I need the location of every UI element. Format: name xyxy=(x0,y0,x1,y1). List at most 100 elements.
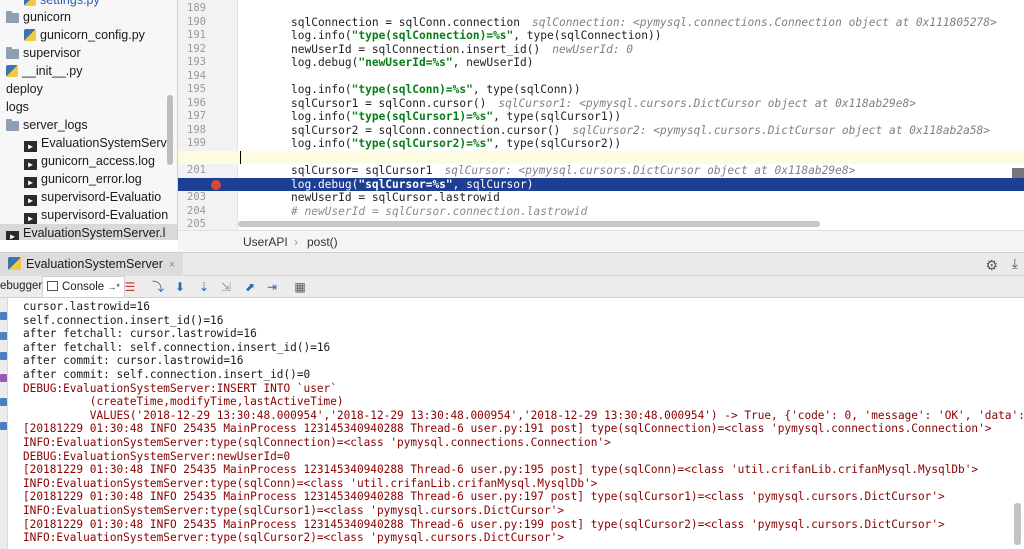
run-tab-label: EvaluationSystemServer xyxy=(26,257,163,271)
tree-item-label: __init__.py xyxy=(22,64,83,78)
tree-item[interactable]: ▶ gunicorn_access.log xyxy=(0,152,155,170)
python-file-icon xyxy=(24,0,36,6)
breadcrumb-separator: › xyxy=(294,235,298,249)
tree-item[interactable]: gunicorn_config.py xyxy=(0,26,145,44)
code-token: newUserId = sqlCursor.lastrowid xyxy=(291,191,500,204)
pause-icon[interactable] xyxy=(0,352,7,360)
code-line[interactable]: sqlCursor2 = sqlConn.connection.cursor()… xyxy=(178,124,1024,138)
code-token: sqlConnection = sqlConn.connection xyxy=(291,15,521,29)
code-line[interactable]: # newUserId = sqlCursor.connection.lastr… xyxy=(178,205,1024,219)
code-editor[interactable]: 1891901911921931941951961971981992002012… xyxy=(178,0,1024,230)
tree-item[interactable]: ▶ supervisord-Evaluation xyxy=(0,206,168,224)
code-line[interactable] xyxy=(178,2,1024,16)
tree-item-label: logs xyxy=(6,100,29,114)
code-token: , type(sqlConn)) xyxy=(472,83,581,96)
breadcrumb-class[interactable]: UserAPI xyxy=(243,231,288,253)
log-file-icon: ▶ xyxy=(24,159,37,170)
code-token: , type(sqlCursor2)) xyxy=(493,137,622,150)
stop-icon[interactable] xyxy=(0,374,7,382)
code-token: sqlCursor1 = sqlConn.cursor() xyxy=(291,96,487,110)
code-line[interactable]: newUserId = sqlCursor.lastrowid xyxy=(178,191,1024,205)
tree-item[interactable]: server_logs xyxy=(0,116,88,134)
code-token: log.info( xyxy=(291,29,352,42)
tree-item-label: gunicorn_access.log xyxy=(41,154,155,168)
breakpoint-line[interactable]: log.debug("sqlCursor=%s", sqlCursor) xyxy=(178,177,1024,192)
gear-icon[interactable]: ⚙ xyxy=(985,257,998,274)
step-over-icon[interactable]: ⤵ xyxy=(150,279,166,295)
mute-breakpoints-icon[interactable] xyxy=(0,422,7,430)
python-icon xyxy=(8,257,21,270)
console-scrollbar[interactable] xyxy=(1014,503,1021,545)
tree-item[interactable]: supervisor xyxy=(0,44,81,62)
force-step-into-icon[interactable]: ⇲ xyxy=(218,279,234,295)
code-token: , sqlCursor) xyxy=(452,177,534,191)
console-tab-label: Console xyxy=(62,281,105,293)
tree-item[interactable]: gunicorn xyxy=(0,8,71,26)
hide-panel-icon[interactable]: ⤓ xyxy=(1012,255,1018,272)
tree-item[interactable]: ▶ EvaluationSystemServer.l xyxy=(0,224,177,240)
close-icon[interactable]: × xyxy=(169,259,175,271)
code-line[interactable] xyxy=(178,70,1024,84)
console-line: cursor.lastrowid=16 xyxy=(23,300,150,313)
code-text: # newUserId = sqlCursor.connection.lastr… xyxy=(291,205,587,219)
code-text: sqlCursor2 = sqlConn.connection.cursor()… xyxy=(291,124,990,138)
step-into-my-code-icon[interactable]: ⇣ xyxy=(196,279,212,295)
tree-item[interactable]: ▶ gunicorn_error.log xyxy=(0,170,142,188)
code-line[interactable] xyxy=(178,218,1024,230)
code-line[interactable]: log.info("type(sqlConn)=%s", type(sqlCon… xyxy=(178,83,1024,97)
tree-item-label: EvaluationSystemServer.l xyxy=(23,226,166,240)
tree-item-label: gunicorn xyxy=(23,10,71,24)
evaluate-expression-icon[interactable]: ▦ xyxy=(292,279,308,295)
folder-icon xyxy=(6,119,19,131)
code-text: log.info("type(sqlConnection)=%s", type(… xyxy=(291,29,661,43)
run-tab[interactable]: EvaluationSystemServer × xyxy=(0,253,184,276)
tree-item[interactable]: __init__.py xyxy=(0,62,82,80)
code-line[interactable]: log.info("type(sqlCursor1)=%s", type(sql… xyxy=(178,110,1024,124)
tree-item[interactable]: ▶ supervisord-Evaluatio xyxy=(0,188,161,206)
project-scrollbar[interactable] xyxy=(167,95,173,165)
console-line: INFO:EvaluationSystemServer:type(sqlConn… xyxy=(23,436,611,449)
code-line[interactable]: log.info("type(sqlConnection)=%s", type(… xyxy=(178,29,1024,43)
step-into-icon[interactable]: ⬇ xyxy=(172,279,188,295)
run-to-cursor-icon[interactable]: ⇥ xyxy=(264,279,280,295)
tree-item[interactable]: logs xyxy=(0,98,29,116)
show-execution-point-icon[interactable]: ☰ xyxy=(122,279,138,295)
console-line: after fetchall: self.connection.insert_i… xyxy=(23,340,331,354)
tree-item[interactable]: ▶ EvaluationSystemServe xyxy=(0,134,174,152)
inline-debug-value: sqlConnection: <pymysql.connections.Conn… xyxy=(532,15,997,29)
console-line: DEBUG:EvaluationSystemServer:INSERT INTO… xyxy=(23,381,337,395)
code-line[interactable]: sqlConnection = sqlConn.connection sqlCon… xyxy=(178,16,1024,30)
rerun-icon[interactable] xyxy=(0,312,7,320)
code-line[interactable]: newUserId = sqlConnection.insert_id() new… xyxy=(178,43,1024,57)
folder-icon xyxy=(6,11,19,23)
code-text: log.debug("sqlCursor=%s", sqlCursor) xyxy=(291,178,533,192)
folder-icon xyxy=(6,47,19,59)
code-text: sqlConnection = sqlConn.connection sqlCon… xyxy=(291,16,997,30)
step-out-icon[interactable]: ⬈ xyxy=(242,279,258,295)
code-line[interactable]: sqlCursor1 = sqlConn.cursor() sqlCursor1:… xyxy=(178,97,1024,111)
console-line: after commit: cursor.lastrowid=16 xyxy=(23,354,244,368)
breakpoint-icon[interactable] xyxy=(211,179,221,190)
tab-console[interactable]: Console →* xyxy=(42,276,125,297)
console-line: self.connection.insert_id()=16 xyxy=(23,313,224,327)
tab-debugger[interactable]: ebugger xyxy=(0,276,42,297)
tree-item[interactable]: deploy xyxy=(0,80,43,98)
breadcrumb-method[interactable]: post() xyxy=(307,231,338,253)
tree-item-label: gunicorn_error.log xyxy=(41,172,142,186)
code-text: log.debug("newUserId=%s", newUserId) xyxy=(291,56,533,70)
console-line: after commit: self.connection.insert_id(… xyxy=(23,368,311,381)
console-line: VALUES('2018-12-29 13:30:48.000954','201… xyxy=(23,408,1024,422)
inline-debug-value: sqlCursor2: <pymysql.cursors.DictCursor … xyxy=(572,123,991,137)
console-line: INFO:EvaluationSystemServer:type(sqlConn… xyxy=(23,476,598,490)
console-output[interactable]: cursor.lastrowid=16 self.connection.inser… xyxy=(8,298,1024,549)
code-line[interactable]: sqlCursor= sqlCursor1 sqlCursor: <pymysql… xyxy=(178,164,1024,178)
code-line[interactable]: log.debug("newUserId=%s", newUserId) xyxy=(178,56,1024,70)
console-side-toolbar xyxy=(0,298,8,549)
text-caret xyxy=(240,150,241,164)
resume-icon[interactable] xyxy=(0,332,7,340)
code-line[interactable] xyxy=(178,150,1024,164)
console-icon xyxy=(47,281,58,291)
code-line[interactable]: log.info("type(sqlCursor2)=%s", type(sql… xyxy=(178,137,1024,151)
tree-item-label: supervisord-Evaluatio xyxy=(41,190,162,204)
view-breakpoints-icon[interactable] xyxy=(0,398,7,406)
